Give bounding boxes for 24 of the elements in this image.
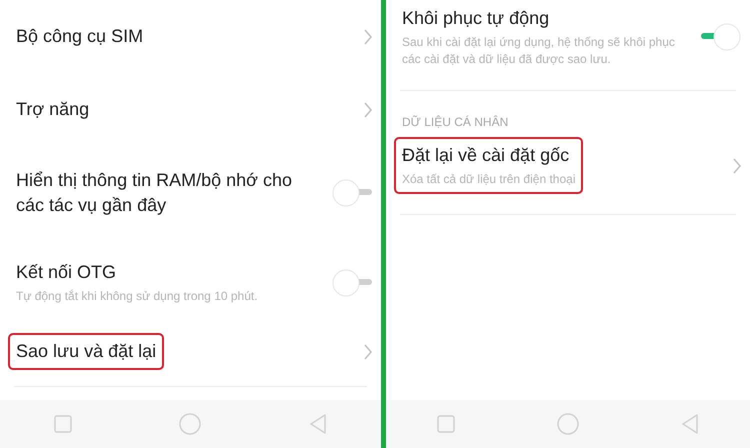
setting-title[interactable]: Khôi phục tự động bbox=[402, 6, 692, 31]
setting-title[interactable]: Đặt lại về cài đặt gốc bbox=[402, 143, 576, 168]
recent-apps-icon[interactable] bbox=[54, 415, 72, 433]
chevron-icon[interactable] bbox=[732, 156, 742, 174]
setting-title[interactable]: Trợ năng bbox=[16, 97, 90, 122]
home-icon[interactable] bbox=[179, 413, 202, 435]
setting-description: Sau khi cài đặt lại ứng dụng, hệ thống sẽ khôi phục các cài đặt và dữ liệu đã được sao lưu. bbox=[402, 34, 676, 68]
chevron-icon[interactable] bbox=[363, 28, 373, 46]
toggle-switch[interactable] bbox=[331, 268, 373, 298]
recent-apps-icon[interactable] bbox=[437, 415, 455, 433]
home-icon[interactable] bbox=[557, 413, 579, 435]
setting-description: Xóa tất cả dữ liệu trên điện thoại bbox=[402, 171, 576, 188]
section-header: DỮ LIỆU CÁ NHÂN bbox=[401, 115, 510, 129]
toggle-switch[interactable] bbox=[700, 22, 742, 52]
back-icon[interactable] bbox=[681, 414, 699, 434]
chevron-icon[interactable] bbox=[363, 342, 373, 360]
setting-description: Tự động tắt khi không sử dụng trong 10 phút. bbox=[16, 288, 258, 305]
setting-title[interactable]: Hiển thị thông tin RAM/bộ nhớ cho các tác vụ gần đây bbox=[16, 168, 316, 218]
chevron-icon[interactable] bbox=[363, 100, 373, 118]
back-icon[interactable] bbox=[309, 414, 328, 434]
toggle-switch[interactable] bbox=[331, 178, 373, 208]
setting-title[interactable]: Bộ công cụ SIM bbox=[16, 24, 144, 49]
setting-title[interactable]: Kết nối OTG bbox=[16, 260, 258, 285]
setting-title[interactable]: Sao lưu và đặt lại bbox=[16, 339, 156, 364]
